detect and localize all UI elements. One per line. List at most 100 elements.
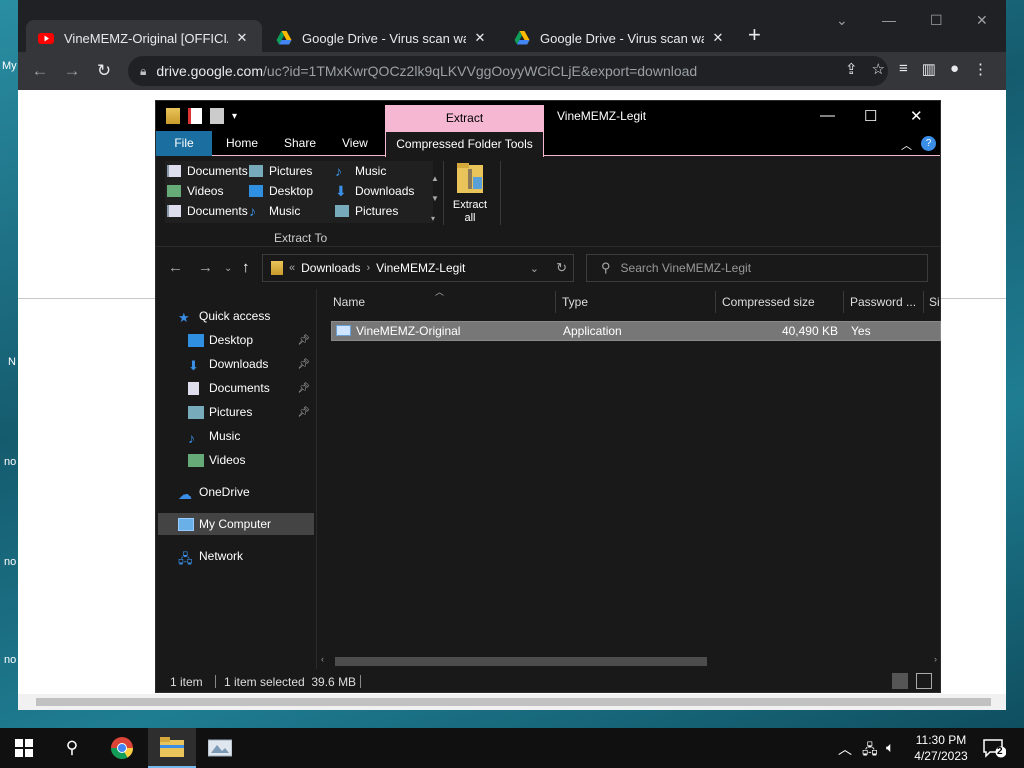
menu-icon[interactable]: ⋮ [973, 60, 988, 78]
back-icon[interactable]: ← [168, 259, 183, 276]
pin-icon[interactable]: 📌︎ [297, 407, 310, 418]
tab-file[interactable]: File [156, 131, 212, 156]
tab-home[interactable]: Home [212, 131, 272, 156]
column-header-size[interactable]: Si [929, 289, 940, 315]
pin-icon[interactable]: 📌︎ [297, 335, 310, 346]
collapse-ribbon-icon[interactable]: ︿ [901, 137, 912, 153]
share-icon[interactable]: ⇪ [845, 60, 858, 78]
maximize-icon[interactable]: ☐ [864, 107, 877, 125]
column-separator[interactable] [843, 291, 844, 313]
desktop-icon-label[interactable]: no [4, 556, 16, 568]
tab-compressed-folder-tools[interactable]: Compressed Folder Tools [385, 131, 544, 157]
tab-search-icon[interactable]: ⌄ [836, 12, 848, 29]
profile-icon[interactable]: ● [950, 60, 959, 78]
nav-network[interactable]: 🖧︎ Network [178, 545, 334, 567]
nav-pictures[interactable]: Pictures 📌︎ [188, 401, 312, 423]
new-tab-button[interactable]: + [748, 22, 761, 48]
column-separator[interactable] [715, 291, 716, 313]
volume-icon[interactable]: 🔈︎ [886, 739, 894, 756]
browser-tab[interactable]: VineMEMZ-Original [OFFICIAL] F ✕ [26, 20, 262, 56]
media-control-icon[interactable]: ≡ [899, 60, 908, 78]
minimize-icon[interactable]: — [820, 107, 835, 124]
help-icon[interactable]: ? [921, 136, 936, 151]
desktop-icon-label[interactable]: My [2, 60, 17, 72]
back-icon[interactable]: ← [24, 61, 56, 81]
gallery-item[interactable]: Pictures [249, 161, 312, 181]
gallery-item[interactable]: Documents [167, 201, 248, 221]
clock[interactable]: 11:30 PM 4/27/2023 [906, 732, 976, 764]
up-icon[interactable]: ↑ [242, 259, 250, 276]
nav-documents[interactable]: Documents 📌︎ [188, 377, 312, 399]
gallery-scroll-icon[interactable]: ▲ ▼ ▾ [431, 169, 439, 229]
page-horizontal-scrollbar[interactable] [18, 694, 1006, 710]
browser-tab[interactable]: Google Drive - Virus scan warnin ✕ [502, 20, 738, 56]
explorer-address-bar[interactable]: « Downloads › VineMEMZ-Legit ⌄ ↻ [262, 254, 574, 282]
forward-icon[interactable]: → [56, 61, 88, 81]
breadcrumb-overflow[interactable]: « [289, 262, 295, 274]
close-tab-icon[interactable]: ✕ [234, 30, 250, 46]
search-button[interactable]: ⚲ [48, 728, 96, 768]
taskbar-app[interactable] [196, 728, 244, 768]
desktop-icon-label[interactable]: no [4, 456, 16, 468]
minimize-icon[interactable]: — [882, 12, 896, 28]
file-row[interactable]: VineMEMZ-Original Application 40,490 KB … [331, 321, 941, 341]
column-header-compressed-size[interactable]: Compressed size [722, 289, 815, 315]
recent-locations-icon[interactable]: ⌄ [224, 263, 232, 274]
nav-videos[interactable]: Videos [188, 449, 312, 471]
notification-center-button[interactable]: 2 [982, 738, 1007, 758]
taskbar-chrome[interactable] [98, 728, 146, 768]
nav-downloads[interactable]: ⬇ Downloads 📌︎ [188, 353, 312, 375]
pin-icon[interactable]: 📌︎ [297, 359, 310, 370]
tab-view[interactable]: View [328, 131, 382, 156]
column-header-type[interactable]: Type [562, 289, 588, 315]
gallery-item[interactable]: ♪ Music [249, 201, 300, 221]
gallery-item[interactable]: Pictures [335, 201, 398, 221]
refresh-icon[interactable]: ↻ [556, 260, 567, 276]
column-separator[interactable] [555, 291, 556, 313]
close-icon[interactable]: ✕ [910, 107, 923, 125]
pin-icon[interactable]: 📌︎ [297, 383, 310, 394]
nav-desktop[interactable]: Desktop 📌︎ [188, 329, 312, 351]
chevron-down-icon[interactable]: ⌄ [530, 262, 539, 275]
nav-my-computer[interactable]: My Computer [158, 513, 314, 535]
scrollbar-thumb[interactable] [335, 657, 707, 666]
gallery-item[interactable]: Desktop [249, 181, 313, 201]
show-hidden-icons-icon[interactable]: ︿ [838, 739, 852, 759]
bookmark-star-icon[interactable]: ☆ [872, 60, 885, 78]
chevron-right-icon[interactable]: › [367, 262, 371, 274]
search-input[interactable]: ⚲ Search VineMEMZ-Legit [586, 254, 928, 282]
lock-icon[interactable]: 🔒︎ [140, 64, 146, 79]
extract-all-button[interactable]: Extract all [446, 161, 494, 225]
network-status-icon[interactable]: 🖧︎ [862, 739, 878, 763]
close-tab-icon[interactable]: ✕ [472, 30, 488, 46]
nav-quick-access[interactable]: ★ Quick access [178, 305, 334, 327]
gallery-item[interactable]: ⬇ Downloads [335, 181, 414, 201]
browser-tab[interactable]: Google Drive - Virus scan warnin ✕ [264, 20, 500, 56]
taskbar-file-explorer[interactable] [148, 728, 196, 768]
maximize-icon[interactable]: ☐ [930, 12, 943, 29]
tab-share[interactable]: Share [270, 131, 330, 156]
gallery-item[interactable]: Videos [167, 181, 223, 201]
close-icon[interactable]: ✕ [976, 12, 988, 29]
gallery-item[interactable]: ♪ Music [335, 161, 386, 181]
column-header-password[interactable]: Password ... [850, 289, 916, 315]
column-header-name[interactable]: Name [333, 289, 365, 315]
nav-music[interactable]: ♪ Music [188, 425, 312, 447]
desktop-icon-label[interactable]: N [8, 356, 16, 368]
forward-icon[interactable]: → [198, 259, 213, 276]
file-list-horizontal-scrollbar[interactable]: ‹ › [317, 653, 941, 669]
desktop-icon-label[interactable]: no [4, 654, 16, 666]
details-view-icon[interactable] [892, 673, 908, 689]
column-separator[interactable] [923, 291, 924, 313]
breadcrumb-current[interactable]: VineMEMZ-Legit [376, 261, 465, 275]
side-panel-icon[interactable]: ▥ [922, 60, 936, 78]
scroll-right-icon[interactable]: › [934, 654, 937, 664]
reload-icon[interactable]: ↻ [88, 61, 120, 81]
address-bar[interactable]: 🔒︎ drive.google.com/uc?id=1TMxKwrQOCz2lk… [128, 56, 888, 86]
new-folder-icon[interactable] [210, 108, 224, 124]
large-icons-view-icon[interactable] [916, 673, 932, 689]
nav-onedrive[interactable]: ☁ OneDrive [178, 481, 334, 503]
properties-icon[interactable] [188, 108, 202, 124]
gallery-item[interactable]: Documents [167, 161, 248, 181]
scroll-left-icon[interactable]: ‹ [321, 654, 324, 664]
